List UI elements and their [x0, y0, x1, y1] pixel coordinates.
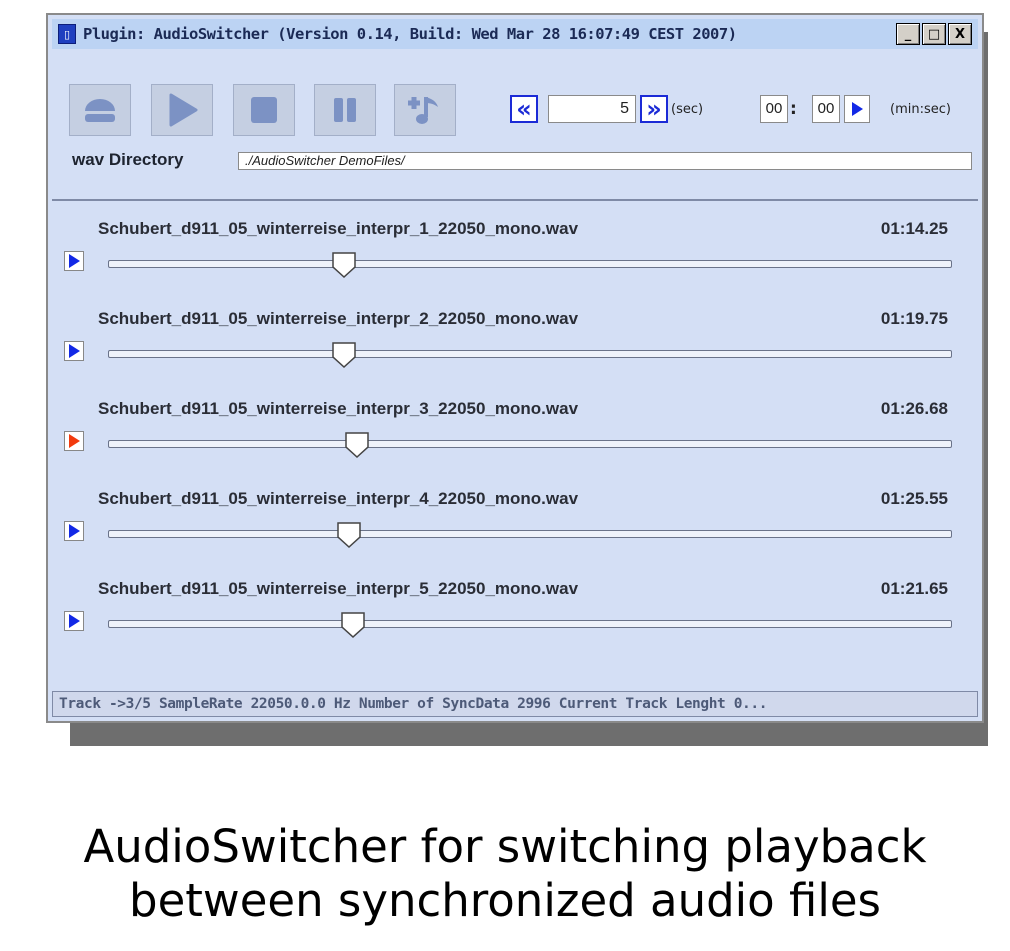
play-triangle-icon: [851, 102, 863, 116]
position-slider-thumb[interactable]: [331, 251, 357, 279]
track-filename: Schubert_d911_05_winterreise_interpr_4_2…: [98, 489, 579, 508]
track-play-button[interactable]: [64, 521, 84, 541]
play-triangle-icon: [68, 254, 80, 268]
app-icon: ▯: [58, 24, 76, 44]
audioswitcher-window: ▯ Plugin: AudioSwitcher (Version 0.14, B…: [46, 13, 984, 723]
track-row: Schubert_d911_05_winterreise_interpr_2_2…: [52, 305, 978, 395]
track-time: 01:14.25: [880, 219, 948, 238]
play-icon: [169, 93, 198, 127]
position-slider-track[interactable]: [108, 260, 952, 268]
seconds-unit-label: (sec): [671, 102, 704, 117]
play-triangle-icon: [68, 344, 80, 358]
track-row: Schubert_d911_05_winterreise_interpr_1_2…: [52, 215, 978, 305]
seconds-time-input[interactable]: 00: [812, 95, 840, 123]
play-triangle-icon: [68, 434, 80, 448]
rewind-button[interactable]: «: [510, 95, 538, 123]
add-sync-button[interactable]: [394, 84, 456, 136]
track-time: 01:25.55: [880, 489, 948, 508]
track-filename: Schubert_d911_05_winterreise_interpr_3_2…: [98, 399, 579, 418]
control-panel: « 5 » (sec) 00 : 00 (min:sec) wav Direct…: [48, 49, 982, 199]
play-button[interactable]: [151, 84, 213, 136]
track-row: Schubert_d911_05_winterreise_interpr_3_2…: [52, 395, 978, 485]
position-slider-thumb[interactable]: [340, 611, 366, 639]
track-time: 01:19.75: [880, 309, 948, 328]
title-bar[interactable]: ▯ Plugin: AudioSwitcher (Version 0.14, B…: [52, 19, 978, 49]
time-unit-label: (min:sec): [890, 102, 951, 117]
track-list: Schubert_d911_05_winterreise_interpr_1_2…: [52, 199, 978, 687]
position-slider-track[interactable]: [108, 620, 952, 628]
wav-directory-input[interactable]: ./AudioSwitcher DemoFiles/: [238, 152, 972, 170]
play-triangle-icon: [68, 614, 80, 628]
caption: AudioSwitcher for switching playback bet…: [0, 820, 1010, 928]
track-time: 01:26.68: [880, 399, 948, 418]
eject-button[interactable]: [69, 84, 131, 136]
status-bar: Track ->3/5 SampleRate 22050.0.0 Hz Numb…: [52, 691, 978, 717]
position-slider-thumb[interactable]: [336, 521, 362, 549]
forward-button[interactable]: »: [640, 95, 668, 123]
track-play-button[interactable]: [64, 251, 84, 271]
position-slider-track[interactable]: [108, 440, 952, 448]
jump-to-time-button[interactable]: [844, 95, 870, 123]
maximize-button[interactable]: □: [922, 23, 946, 45]
wav-directory-label: wav Directory: [72, 150, 184, 169]
stop-icon: [251, 97, 277, 123]
track-time: 01:21.65: [880, 579, 948, 598]
minimize-button[interactable]: _: [896, 23, 920, 45]
track-filename: Schubert_d911_05_winterreise_interpr_2_2…: [98, 309, 579, 328]
track-filename: Schubert_d911_05_winterreise_interpr_5_2…: [98, 579, 579, 598]
eject-icon: [85, 99, 115, 122]
track-play-button[interactable]: [64, 341, 84, 361]
pause-icon: [334, 98, 356, 122]
position-slider-track[interactable]: [108, 530, 952, 538]
seconds-input[interactable]: 5: [548, 95, 636, 123]
track-play-button[interactable]: [64, 611, 84, 631]
music-add-icon: [408, 97, 438, 124]
track-row: Schubert_d911_05_winterreise_interpr_5_2…: [52, 575, 978, 665]
caption-line-1: AudioSwitcher for switching playback: [83, 820, 927, 873]
time-separator: :: [790, 99, 797, 119]
track-play-button[interactable]: [64, 431, 84, 451]
window-controls: _ □ X: [896, 23, 972, 45]
track-filename: Schubert_d911_05_winterreise_interpr_1_2…: [98, 219, 579, 238]
position-slider-track[interactable]: [108, 350, 952, 358]
play-triangle-icon: [68, 524, 80, 538]
pause-button[interactable]: [314, 84, 376, 136]
window-title: Plugin: AudioSwitcher (Version 0.14, Bui…: [83, 25, 737, 43]
position-slider-thumb[interactable]: [344, 431, 370, 459]
stop-button[interactable]: [233, 84, 295, 136]
position-slider-thumb[interactable]: [331, 341, 357, 369]
close-button[interactable]: X: [948, 23, 972, 45]
caption-line-2: between synchronized audio files: [129, 874, 881, 927]
track-row: Schubert_d911_05_winterreise_interpr_4_2…: [52, 485, 978, 575]
minutes-input[interactable]: 00: [760, 95, 788, 123]
